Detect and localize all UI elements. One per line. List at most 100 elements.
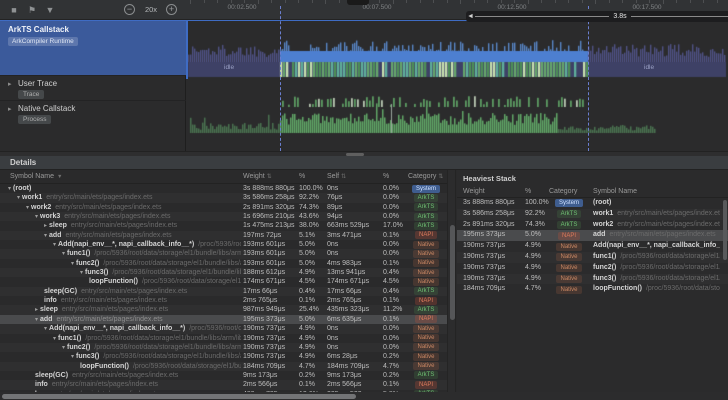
category-cell: Native (408, 269, 444, 277)
zoom-in-button[interactable]: + (166, 4, 177, 15)
table-row[interactable]: ▾Add(napi_env__*, napi_callback_info__*)… (0, 240, 447, 249)
self-value: 0ns (327, 343, 338, 352)
column-category[interactable]: Category⇅ (408, 173, 443, 180)
heaviest-row[interactable]: 2s 891ms 320μs74.3%ArkTSwork2entry/src/m… (457, 220, 728, 231)
category-cell: Native (549, 286, 589, 294)
table-row[interactable]: ▾func3()/proc/5936/root/data/storage/el1… (0, 352, 447, 361)
scrollbar-thumb[interactable] (450, 225, 455, 320)
table-row[interactable]: ▾work2entry/src/main/ets/pages/index.ets… (0, 203, 447, 212)
scrollbar-thumb[interactable] (723, 200, 727, 260)
sort-icon[interactable]: ⇅ (265, 174, 272, 180)
weight-value: 2s 891ms 320μs (463, 220, 515, 231)
table-row[interactable]: loopFunction()/proc/5936/root/data/stora… (0, 277, 447, 286)
flame-chart-canvas[interactable] (186, 20, 728, 151)
flag-icon[interactable]: ⚑ (26, 4, 38, 16)
sort-icon[interactable]: ⇅ (339, 174, 346, 180)
weight-value: 190ms 737μs (463, 241, 505, 252)
table-row[interactable]: ▾func1()/proc/5936/root/data/storage/el1… (0, 334, 447, 343)
table-row[interactable]: ▾work1entry/src/main/ets/pages/index.ets… (0, 193, 447, 202)
idle-label: idle (224, 64, 234, 71)
self-percent: 4.5% (383, 277, 399, 286)
heaviest-row[interactable]: 195ms 373μs5.0%NAPIaddentry/src/main/ets… (457, 230, 728, 241)
table-row[interactable]: ▾func2()/proc/5936/root/data/storage/el1… (0, 343, 447, 352)
category-cell: NAPI (408, 381, 444, 389)
column-symbol-name[interactable]: Symbol Name (593, 188, 637, 195)
heaviest-row[interactable]: 190ms 737μs4.9%Nativefunc2()/proc/5936/r… (457, 263, 728, 274)
track-badge: Trace (18, 90, 44, 99)
self-value: 3ms 471μs (327, 231, 361, 240)
timeline-track-area[interactable]: idle idle (186, 20, 728, 151)
table-row[interactable]: ▾work3entry/src/main/ets/pages/index.ets… (0, 212, 447, 221)
vertical-scrollbar[interactable] (447, 170, 456, 400)
column-percent[interactable]: % (299, 173, 305, 180)
selection-duration-bar[interactable]: ◄ 3.8s ► (466, 11, 728, 22)
column-category[interactable]: Category (549, 188, 577, 195)
category-cell: Native (408, 250, 444, 258)
ruler-time-label: 00:12.500 (498, 4, 527, 11)
table-row[interactable]: ▾func3()/proc/5936/root/data/storage/el1… (0, 268, 447, 277)
symbol-path: /proc/5936/root/data/storage/el1/bundl (616, 275, 720, 282)
symbol-path: /proc/5936/root/data/storage/el1/bundle (616, 253, 720, 260)
table-row[interactable]: ▾addentry/src/main/ets/pages/index.ets19… (0, 231, 447, 240)
table-row[interactable]: infoentry/src/main/ets/pages/index.ets2m… (0, 296, 447, 305)
filter-icon[interactable]: ▼ (44, 4, 56, 16)
self-percent: 4.7% (383, 362, 399, 371)
column-self[interactable]: Self⇅ (327, 173, 346, 180)
track-title: ArkTS Callstack (8, 25, 69, 34)
track-native-callstack[interactable]: ▸ Native Callstack Process (0, 100, 186, 131)
table-row[interactable]: loopFunction()/proc/5936/root/data/stora… (0, 362, 447, 371)
ruler-tick (433, 0, 434, 3)
self-value: 0ns (327, 240, 338, 249)
heaviest-row[interactable]: 184ms 709μs4.7%NativeloopFunction()/proc… (457, 284, 728, 295)
ruler-tick (622, 0, 623, 3)
weight-value: 193ms 601μs (243, 240, 285, 249)
chevron-right-icon[interactable]: ▸ (8, 105, 12, 113)
ruler-tick (393, 0, 394, 4)
timeline-drag-handle[interactable] (347, 0, 369, 5)
symbol-cell: func1()/proc/5936/root/data/storage/el1/… (593, 252, 720, 263)
heaviest-row[interactable]: 3s 888ms 880μs100.0%System(root) (457, 198, 728, 209)
selection-right-edge[interactable] (588, 6, 589, 151)
table-row[interactable]: infoentry/src/main/ets/pages/index.ets2m… (0, 380, 447, 389)
zoom-out-button[interactable]: − (124, 4, 135, 15)
stop-icon[interactable]: ■ (8, 4, 20, 16)
heaviest-row[interactable]: 190ms 737μs4.9%Nativefunc1()/proc/5936/r… (457, 252, 728, 263)
scrollbar-thumb[interactable] (2, 394, 356, 399)
weight-percent: 4.5% (299, 277, 315, 286)
weight-percent: 4.9% (525, 274, 541, 285)
category-cell: NAPI (549, 232, 589, 240)
chevron-right-icon[interactable]: ▸ (8, 80, 12, 88)
heaviest-row[interactable]: 3s 586ms 258μs92.2%ArkTSwork1entry/src/m… (457, 209, 728, 220)
symbol-name: func3() (76, 353, 99, 360)
column-weight[interactable]: Weight⇅ (243, 173, 272, 180)
column-weight[interactable]: Weight (463, 188, 485, 195)
table-row[interactable]: ▾Add(napi_env__*, napi_callback_info__*)… (0, 324, 447, 333)
filter-icon[interactable]: ▼ (54, 174, 62, 180)
table-row[interactable]: ▾(root)3s 888ms 880μs100.0%0ns0.0%System (0, 184, 447, 193)
table-row[interactable]: ▾func2()/proc/5936/root/data/storage/el1… (0, 259, 447, 268)
column-self-percent[interactable]: % (383, 173, 389, 180)
table-row[interactable]: ▸sleepentry/src/main/ets/pages/index.ets… (0, 305, 447, 314)
track-arkts-callstack[interactable]: ArkTS Callstack ArkCompiler Runtime (0, 21, 186, 75)
weight-percent: 5.0% (299, 259, 315, 268)
arrow-left-icon: ◄ (466, 11, 475, 22)
table-row[interactable]: ▾addentry/src/main/ets/pages/index.ets19… (0, 315, 447, 324)
category-cell: ArkTS (549, 221, 589, 229)
column-symbol-name[interactable]: Symbol Name▼ (10, 173, 62, 180)
column-percent[interactable]: % (525, 188, 531, 195)
heaviest-row[interactable]: 190ms 737μs4.9%NativeAdd(napi_env__*, na… (457, 241, 728, 252)
track-user-trace[interactable]: ▸ User Trace Trace (0, 75, 186, 100)
heaviest-row[interactable]: 190ms 737μs4.9%Nativefunc3()/proc/5936/r… (457, 274, 728, 285)
table-row[interactable]: ▸sleepentry/src/main/ets/pages/index.ets… (0, 221, 447, 230)
ruler-time-label: 00:02.500 (228, 4, 257, 11)
sort-icon[interactable]: ⇅ (436, 174, 443, 180)
table-row[interactable]: ▾func1()/proc/5936/root/data/storage/el1… (0, 249, 447, 258)
selection-left-edge[interactable] (280, 6, 281, 151)
category-badge: ArkTS (414, 287, 439, 295)
symbol-cell: work1entry/src/main/ets/pages/index.ets (593, 209, 720, 220)
horizontal-scrollbar[interactable] (0, 392, 728, 400)
category-cell: Native (549, 253, 589, 261)
table-row[interactable]: sleep(GC)entry/src/main/ets/pages/index.… (0, 287, 447, 296)
table-row[interactable]: sleep(GC)entry/src/main/ets/pages/index.… (0, 371, 447, 380)
symbol-name: func1() (58, 335, 81, 342)
